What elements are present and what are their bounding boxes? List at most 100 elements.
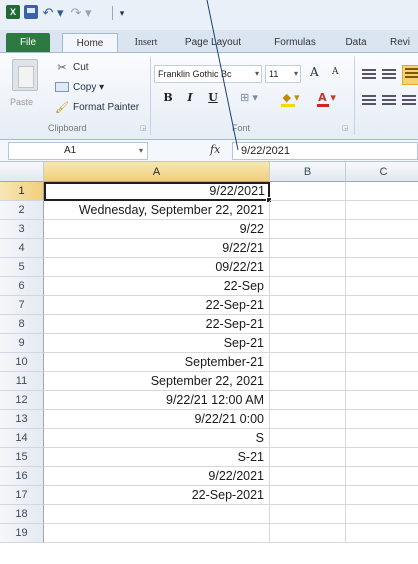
- row-header[interactable]: 10: [0, 353, 44, 372]
- cell-b[interactable]: [270, 410, 346, 429]
- cell-c[interactable]: [346, 410, 418, 429]
- cell-b[interactable]: [270, 334, 346, 353]
- row-header[interactable]: 3: [0, 220, 44, 239]
- font-size-dropdown[interactable]: 11 ▾: [265, 65, 301, 83]
- save-icon[interactable]: [24, 5, 38, 19]
- row-header[interactable]: 14: [0, 429, 44, 448]
- formula-input[interactable]: 9/22/2021: [232, 142, 418, 160]
- cell-a[interactable]: 9/22/21: [44, 239, 270, 258]
- row-header[interactable]: 7: [0, 296, 44, 315]
- cell-b[interactable]: [270, 239, 346, 258]
- cell-a[interactable]: 22-Sep: [44, 277, 270, 296]
- column-header-a[interactable]: A: [44, 162, 270, 182]
- cell-b[interactable]: [270, 372, 346, 391]
- cell-a[interactable]: S: [44, 429, 270, 448]
- format-painter-button[interactable]: 🖌 Format Painter: [55, 99, 139, 115]
- cell-c[interactable]: [346, 296, 418, 315]
- cell-a[interactable]: S-21: [44, 448, 270, 467]
- row-header[interactable]: 6: [0, 277, 44, 296]
- row-header[interactable]: 16: [0, 467, 44, 486]
- cell-a[interactable]: September-21: [44, 353, 270, 372]
- cell-a[interactable]: 22-Sep-2021: [44, 486, 270, 505]
- cell-a[interactable]: 9/22/21 12:00 AM: [44, 391, 270, 410]
- underline-button[interactable]: U: [204, 89, 222, 107]
- cell-a[interactable]: 22-Sep-21: [44, 296, 270, 315]
- tab-file[interactable]: File: [6, 33, 50, 52]
- font-launcher-icon[interactable]: ◲: [342, 124, 349, 132]
- tab-review[interactable]: Revi: [390, 33, 418, 52]
- paste-icon[interactable]: [12, 59, 38, 91]
- fill-color-button[interactable]: ◆ ▾: [278, 89, 304, 107]
- cell-c[interactable]: [346, 182, 418, 201]
- cell-b[interactable]: [270, 429, 346, 448]
- insert-function-icon[interactable]: fx: [210, 143, 220, 156]
- cell-a[interactable]: [44, 524, 270, 543]
- font-name-dropdown[interactable]: Franklin Gothic Bc ▾: [154, 65, 262, 83]
- row-header[interactable]: 5: [0, 258, 44, 277]
- cell-a[interactable]: 9/22/2021: [44, 467, 270, 486]
- align-top-icon[interactable]: [362, 69, 376, 81]
- cell-c[interactable]: [346, 448, 418, 467]
- cell-b[interactable]: [270, 353, 346, 372]
- cell-c[interactable]: [346, 524, 418, 543]
- cell-c[interactable]: [346, 429, 418, 448]
- column-header-b[interactable]: B: [270, 162, 346, 182]
- row-header[interactable]: 8: [0, 315, 44, 334]
- cell-b[interactable]: [270, 486, 346, 505]
- cell-c[interactable]: [346, 505, 418, 524]
- row-header[interactable]: 4: [0, 239, 44, 258]
- cell-c[interactable]: [346, 391, 418, 410]
- row-header[interactable]: 17: [0, 486, 44, 505]
- cell-b[interactable]: [270, 258, 346, 277]
- cell-c[interactable]: [346, 201, 418, 220]
- cell-b[interactable]: [270, 277, 346, 296]
- clipboard-launcher-icon[interactable]: ◲: [140, 124, 147, 132]
- cell-c[interactable]: [346, 372, 418, 391]
- align-left-icon[interactable]: [362, 95, 376, 107]
- row-header[interactable]: 2: [0, 201, 44, 220]
- cell-b[interactable]: [270, 467, 346, 486]
- row-header[interactable]: 9: [0, 334, 44, 353]
- cell-a[interactable]: [44, 505, 270, 524]
- cell-a[interactable]: Sep-21: [44, 334, 270, 353]
- bold-button[interactable]: B: [160, 89, 176, 107]
- grow-font-button[interactable]: A: [310, 65, 319, 79]
- borders-button[interactable]: ⊞ ▾: [238, 89, 260, 107]
- cell-c[interactable]: [346, 315, 418, 334]
- cell-b[interactable]: [270, 448, 346, 467]
- cell-b[interactable]: [270, 296, 346, 315]
- font-color-button[interactable]: A ▾: [314, 89, 340, 107]
- tab-page-layout[interactable]: Page Layout: [180, 33, 246, 52]
- align-center-icon[interactable]: [382, 95, 396, 107]
- cell-b[interactable]: [270, 220, 346, 239]
- copy-button[interactable]: Copy ▾: [55, 79, 104, 95]
- cell-b[interactable]: [270, 201, 346, 220]
- row-header[interactable]: 12: [0, 391, 44, 410]
- paste-button-label[interactable]: Paste: [10, 97, 33, 107]
- align-right-icon[interactable]: [402, 95, 416, 107]
- cell-a[interactable]: 09/22/21: [44, 258, 270, 277]
- select-all-corner[interactable]: [0, 162, 44, 182]
- excel-app-icon[interactable]: X: [6, 5, 20, 19]
- align-bottom-icon[interactable]: [402, 65, 418, 85]
- cell-c[interactable]: [346, 486, 418, 505]
- tab-data[interactable]: Data: [337, 33, 375, 52]
- row-header[interactable]: 19: [0, 524, 44, 543]
- tab-formulas[interactable]: Formulas: [266, 33, 324, 52]
- tab-insert[interactable]: Insert: [123, 33, 169, 52]
- cell-a[interactable]: 9/22: [44, 220, 270, 239]
- row-header[interactable]: 11: [0, 372, 44, 391]
- align-middle-icon[interactable]: [382, 69, 396, 81]
- row-header[interactable]: 13: [0, 410, 44, 429]
- cell-a1-selected[interactable]: 9/22/2021: [44, 182, 272, 203]
- cell-c[interactable]: [346, 258, 418, 277]
- cell-a[interactable]: Wednesday, September 22, 2021: [44, 201, 270, 220]
- name-box[interactable]: A1 ▾: [8, 142, 148, 160]
- column-header-c[interactable]: C: [346, 162, 418, 182]
- cell-b[interactable]: [270, 391, 346, 410]
- undo-icon[interactable]: ↶ ▾: [42, 5, 64, 21]
- row-header[interactable]: 15: [0, 448, 44, 467]
- cell-c[interactable]: [346, 334, 418, 353]
- shrink-font-button[interactable]: A: [332, 67, 339, 77]
- customize-toolbar-icon[interactable]: ▾: [116, 5, 128, 21]
